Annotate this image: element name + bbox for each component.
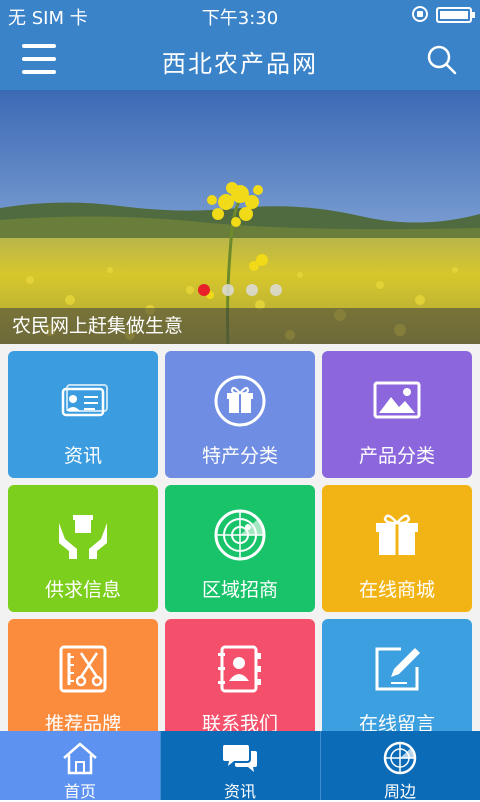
tab-news[interactable]: 资讯 bbox=[160, 731, 320, 801]
chat-icon bbox=[223, 745, 257, 772]
carousel-indicator[interactable] bbox=[198, 281, 294, 300]
tile-label: 联系我们 bbox=[201, 713, 278, 732]
tile-specialty-category[interactable]: 特产分类 bbox=[165, 351, 315, 478]
address-book-icon bbox=[218, 645, 261, 693]
radar-icon bbox=[214, 509, 266, 561]
tile-label: 供求信息 bbox=[44, 579, 121, 601]
tile-recommended-brands[interactable]: 推荐品牌 bbox=[8, 619, 158, 732]
tile-label: 特产分类 bbox=[201, 445, 278, 467]
home-icon bbox=[63, 742, 97, 775]
banner-carousel[interactable]: 农民网上赶集做生意 bbox=[0, 90, 480, 344]
banner-caption: 农民网上赶集做生意 bbox=[12, 315, 184, 337]
banner-image bbox=[0, 90, 480, 344]
tile-regional-investment[interactable]: 区域招商 bbox=[165, 485, 315, 612]
tile-label: 资讯 bbox=[63, 445, 102, 467]
tile-label: 在线留言 bbox=[358, 713, 435, 732]
status-bar: 无 SIM 卡 下午3:30 bbox=[0, 0, 480, 30]
tile-label: 产品分类 bbox=[358, 445, 435, 467]
carousel-dot[interactable] bbox=[222, 284, 234, 296]
carousel-dot[interactable] bbox=[198, 284, 210, 296]
search-icon[interactable] bbox=[426, 44, 458, 76]
id-card-icon bbox=[61, 384, 108, 417]
clock: 下午3:30 bbox=[201, 8, 279, 29]
rotation-lock-icon bbox=[412, 6, 428, 22]
gift-box-icon bbox=[376, 514, 418, 555]
tab-label: 首页 bbox=[63, 782, 96, 801]
tile-online-mall[interactable]: 在线商城 bbox=[322, 485, 472, 612]
app-header: 西北农产品网 bbox=[0, 30, 480, 90]
tile-contact-us[interactable]: 联系我们 bbox=[165, 619, 315, 732]
tab-label: 资讯 bbox=[223, 782, 256, 801]
tab-nearby[interactable]: 周边 bbox=[320, 731, 480, 801]
tile-label: 在线商城 bbox=[358, 579, 435, 601]
gift-circle-icon bbox=[214, 375, 266, 427]
bottom-tab-bar: 首页 资讯 周边 bbox=[0, 731, 480, 801]
tab-home[interactable]: 首页 bbox=[0, 731, 160, 801]
hands-gift-icon bbox=[59, 515, 107, 559]
edit-note-icon bbox=[375, 647, 420, 691]
tile-online-message[interactable]: 在线留言 bbox=[322, 619, 472, 732]
tab-label: 周边 bbox=[383, 782, 416, 801]
tile-supply-demand[interactable]: 供求信息 bbox=[8, 485, 158, 612]
carousel-dot[interactable] bbox=[270, 284, 282, 296]
battery-icon bbox=[436, 7, 475, 23]
tile-label: 推荐品牌 bbox=[44, 713, 121, 732]
radar-icon bbox=[383, 741, 417, 775]
carousel-dot[interactable] bbox=[246, 284, 258, 296]
tile-product-category[interactable]: 产品分类 bbox=[322, 351, 472, 478]
feature-grid: 资讯 特产分类 产品分类 供求信息 区域招商 在线商城 推荐品牌 联系我们 在线… bbox=[0, 344, 480, 732]
tile-news[interactable]: 资讯 bbox=[8, 351, 158, 478]
image-icon bbox=[373, 381, 421, 419]
scissors-ruler-icon bbox=[59, 645, 107, 693]
page-title: 西北农产品网 bbox=[162, 50, 318, 78]
tile-label: 区域招商 bbox=[201, 579, 278, 601]
